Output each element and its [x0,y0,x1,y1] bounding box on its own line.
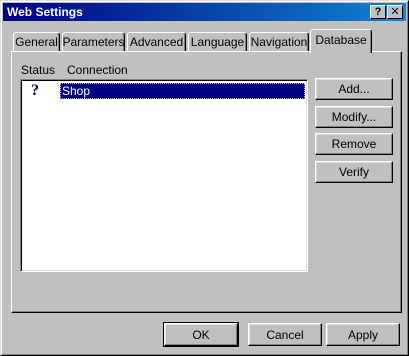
modify-button-label: Modify... [331,110,377,124]
remove-button[interactable]: Remove [315,133,393,155]
tab-language[interactable]: Language [188,32,247,51]
list-item[interactable]: ? Shop [23,82,305,100]
ok-button[interactable]: OK [163,322,239,347]
tab-label: Advanced [129,35,184,49]
tab-navigation[interactable]: Navigation [249,32,309,51]
tab-label: Language [190,35,245,49]
apply-button-label: Apply [347,327,379,342]
column-header-status[interactable]: Status [21,63,55,77]
tab-label: General [15,35,58,49]
tab-database[interactable]: Database [310,29,372,53]
unknown-status-icon: ? [31,82,39,99]
help-button[interactable]: ? [370,5,386,19]
tab-label: Navigation [250,35,308,49]
tab-label: Parameters [62,35,125,49]
window-title: Web Settings [7,5,83,19]
modify-button[interactable]: Modify... [315,106,393,128]
apply-button[interactable]: Apply [326,323,400,346]
tab-label: Database [315,33,367,47]
remove-button-label: Remove [331,137,377,151]
cancel-button-label: Cancel [266,327,304,342]
help-icon: ? [374,5,382,18]
verify-button[interactable]: Verify [315,161,393,183]
title-bar[interactable]: Web Settings ? ✕ [3,3,406,21]
close-button[interactable]: ✕ [387,5,403,19]
add-button-label: Add... [338,82,370,96]
connection-name[interactable]: Shop [60,83,305,99]
web-settings-dialog: Web Settings ? ✕ General Parameters Adva… [0,0,409,356]
add-button[interactable]: Add... [315,78,393,100]
tab-general[interactable]: General [13,32,60,51]
verify-button-label: Verify [338,165,369,179]
connection-list[interactable]: ? Shop [20,79,308,272]
column-header-connection[interactable]: Connection [67,63,128,77]
tab-advanced[interactable]: Advanced [127,32,186,51]
tab-parameters[interactable]: Parameters [62,32,125,51]
ok-button-label: OK [192,327,210,342]
cancel-button[interactable]: Cancel [248,323,322,346]
close-icon: ✕ [390,5,400,18]
